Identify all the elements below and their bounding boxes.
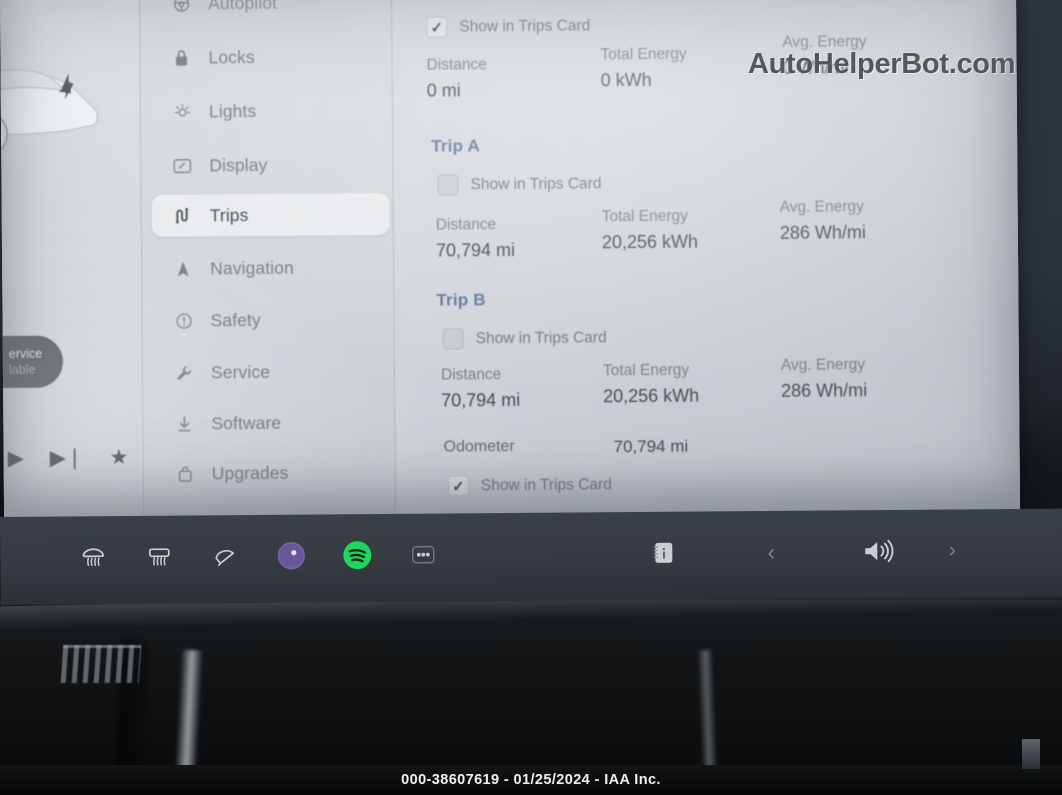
voice-assistant-icon[interactable] xyxy=(258,540,324,571)
sidebar-item-service[interactable]: Service xyxy=(153,350,391,394)
stat-value: 286 Wh/mi xyxy=(781,380,868,401)
settings-sidebar: Autopilot Locks Lights Display Trips Nav… xyxy=(139,0,397,519)
show-in-trips-card-label: Show in Trips Card xyxy=(459,16,591,35)
info-card-icon[interactable] xyxy=(630,540,696,567)
stat-value: 20,256 kWh xyxy=(601,231,699,253)
stat-key: Total Energy xyxy=(602,361,690,380)
show-in-trips-card-checkbox[interactable]: ✓ xyxy=(426,16,448,38)
show-in-trips-card-row[interactable]: ✓ Show in Trips Card xyxy=(437,173,602,196)
stat-value: 20,256 kWh xyxy=(603,385,700,407)
tesla-car-illustration xyxy=(0,69,99,158)
sidebar-item-label: Lights xyxy=(208,100,257,121)
lock-icon xyxy=(170,49,192,66)
sidebar-item-trips[interactable]: Trips xyxy=(151,192,390,237)
sidebar-item-label: Display xyxy=(209,154,268,175)
trips-icon xyxy=(172,206,194,224)
charge-bolt-icon xyxy=(61,73,75,100)
odometer-row: Odometer 70,794 mi xyxy=(443,437,688,459)
stat-avg-energy: Avg. Energy 286 Wh/mi xyxy=(780,197,970,243)
sidebar-item-label: Service xyxy=(210,361,271,382)
watermark: AutoHelperBot.com xyxy=(748,48,1016,80)
taskbar-left-icons xyxy=(60,523,456,588)
front-defrost-icon[interactable] xyxy=(60,546,126,569)
sidebar-item-locks[interactable]: Locks xyxy=(150,35,388,79)
sidebar-item-navigation[interactable]: Navigation xyxy=(152,246,390,290)
stat-distance: Distance 0 mi xyxy=(426,55,616,101)
lightbulb-icon xyxy=(171,103,193,120)
service-badge-line2: lable xyxy=(8,362,36,377)
footer-caption: 000-38607619 - 01/25/2024 - IAA Inc. xyxy=(401,772,661,788)
play-button[interactable]: ▶ xyxy=(8,445,24,470)
stat-value: 0 mi xyxy=(426,80,461,101)
stat-total-energy: Total Energy 20,256 kWh xyxy=(603,361,793,407)
sidebar-item-lights[interactable]: Lights xyxy=(151,89,389,133)
sidebar-item-software[interactable]: Software xyxy=(153,401,391,445)
sidebar-item-label: Autopilot xyxy=(207,0,278,13)
show-in-trips-card-label: Show in Trips Card xyxy=(475,328,607,347)
bottom-taskbar: ‹ › xyxy=(0,508,1062,605)
odometer-value: 70,794 mi xyxy=(613,436,689,457)
show-in-trips-card-checkbox[interactable]: ✓ xyxy=(437,174,459,196)
sidebar-item-label: Trips xyxy=(209,204,249,225)
show-in-trips-card-checkbox[interactable]: ✓ xyxy=(447,475,469,497)
stat-avg-energy: Avg. Energy 286 Wh/mi xyxy=(781,355,971,401)
spotify-icon[interactable] xyxy=(324,539,390,572)
footer-tab xyxy=(1022,739,1040,769)
stat-value: 286 Wh/mi xyxy=(779,222,866,243)
section-title-since-last-charge: Since L xyxy=(426,0,488,5)
stat-key: Distance xyxy=(426,56,487,74)
sidebar-item-upgrades[interactable]: Upgrades xyxy=(154,451,392,495)
next-track-button[interactable]: ▶❘ xyxy=(50,445,84,470)
show-in-trips-card-label: Show in Trips Card xyxy=(480,475,612,494)
stat-key: Avg. Energy xyxy=(780,356,866,374)
favorite-button[interactable]: ★ xyxy=(109,445,128,470)
sidebar-item-label: Software xyxy=(211,412,282,433)
steering-wheel-icon xyxy=(170,0,192,12)
service-available-badge[interactable]: ervice lable xyxy=(0,335,64,389)
sidebar-item-autopilot[interactable]: Autopilot xyxy=(150,0,388,25)
air-vent xyxy=(60,645,142,683)
show-in-trips-card-row[interactable]: ✓ Show in Trips Card xyxy=(442,327,607,350)
stat-distance: Distance 70,794 mi xyxy=(436,215,626,261)
wrench-icon xyxy=(173,364,195,381)
show-in-trips-card-label: Show in Trips Card xyxy=(470,174,602,193)
odometer-show-in-trips-card-row[interactable]: ✓ Show in Trips Card xyxy=(447,474,612,497)
auction-footer: 000-38607619 - 01/25/2024 - IAA Inc. xyxy=(0,765,1062,795)
sidebar-item-label: Upgrades xyxy=(211,462,289,483)
section-title-trip-a: Trip A xyxy=(431,136,481,156)
stat-value: 70,794 mi xyxy=(435,239,516,261)
section-title-trip-b: Trip B xyxy=(436,290,486,310)
stat-total-energy: Total Energy 20,256 kWh xyxy=(602,207,792,253)
volume-icon[interactable] xyxy=(846,538,912,565)
stat-key: Total Energy xyxy=(601,207,688,226)
sidebar-item-label: Navigation xyxy=(210,257,294,278)
sidebar-item-display[interactable]: Display xyxy=(151,143,389,187)
stat-key: Distance xyxy=(435,216,497,234)
sidebar-item-label: Locks xyxy=(208,46,255,67)
more-options-icon[interactable] xyxy=(390,543,456,566)
show-in-trips-card-row[interactable]: ✓ Show in Trips Card xyxy=(426,15,591,38)
odometer-label: Odometer xyxy=(443,437,515,456)
navigation-arrow-icon xyxy=(172,260,194,277)
alert-circle-icon xyxy=(172,312,194,329)
photo-of-tesla-touchscreen: ervice lable ▶ ▶❘ ★ Autopilot Locks Ligh… xyxy=(0,0,1062,795)
media-controls: ▶ ▶❘ ★ xyxy=(3,439,143,476)
display-icon xyxy=(171,158,193,173)
chevron-left-icon[interactable]: ‹ xyxy=(696,538,846,566)
chevron-right-icon[interactable]: › xyxy=(912,538,992,563)
stat-key: Avg. Energy xyxy=(779,198,864,216)
download-icon xyxy=(173,415,195,432)
service-badge-line1: ervice xyxy=(8,346,43,361)
rear-defrost-icon[interactable] xyxy=(126,545,192,568)
bag-icon xyxy=(174,465,196,482)
car-status-panel: ervice lable ▶ ▶❘ ★ xyxy=(0,0,145,520)
taskbar-right-icons: ‹ › xyxy=(630,519,992,584)
sidebar-item-label: Safety xyxy=(210,309,261,330)
wiper-icon[interactable] xyxy=(192,545,258,568)
show-in-trips-card-checkbox[interactable]: ✓ xyxy=(442,328,464,350)
sidebar-item-safety[interactable]: Safety xyxy=(152,298,390,342)
